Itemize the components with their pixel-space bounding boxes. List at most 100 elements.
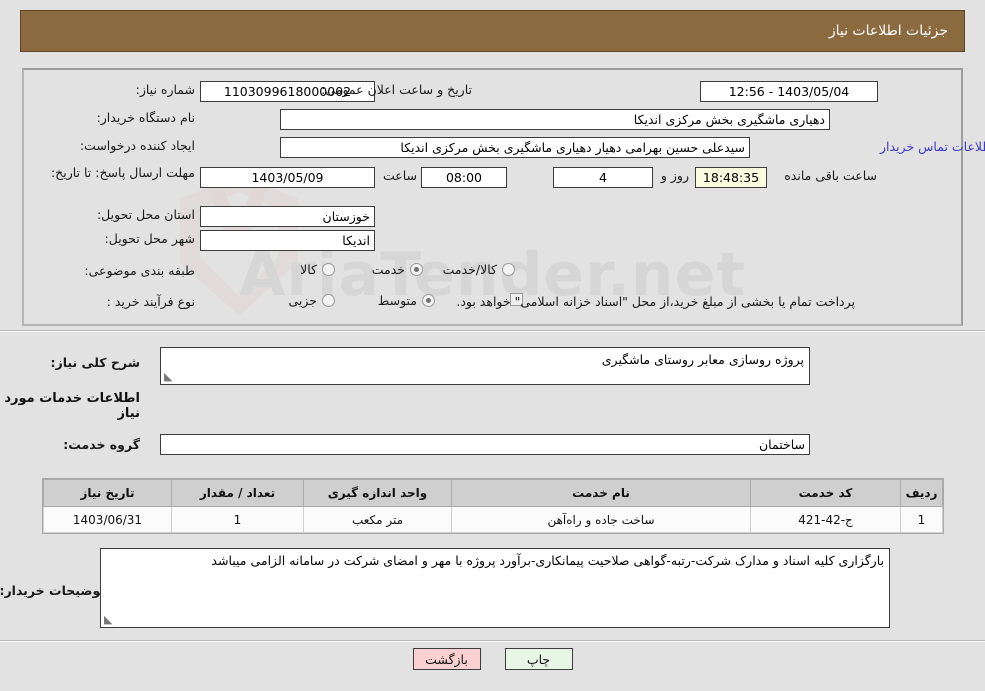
footer-actions: چاپ بازگشت [0,648,985,670]
description-value: پروژه روسازی معابر روستای ماشگیری [601,352,804,367]
services-section-title: اطلاعات خدمات مورد نیاز [4,391,140,421]
city-value[interactable]: اندیکا [200,230,375,251]
col-code: کد خدمت [750,479,901,507]
category-label-wrap: طبقه بندی موضوعی: [84,263,195,278]
cell-index: 1 [900,506,943,533]
cell-needdate: 1403/06/31 [43,506,172,533]
category-option-1-label: خدمت [371,262,405,277]
buyer-notes-textarea[interactable]: بارگزاری کلیه اسناد و مدارک شرکت-رتبه-گو… [100,548,890,628]
days-word-label: روز و [660,168,689,183]
page-title-bar: جزئیات اطلاعات نیاز [20,10,965,52]
buyer-org-label: نام دستگاه خریدار: [96,110,195,125]
cell-code: ج-42-421 [750,506,901,533]
page-root: V AriaTender.net جزئیات اطلاعات نیاز شما… [0,0,985,691]
announce-label-wrap: تاریخ و ساعت اعلان عمومی: [321,82,472,97]
buyer-org-field-wrap: دهیاری ماشگیری بخش مرکزی اندیکا [280,109,830,130]
radio-icon-kala-khedmat[interactable] [502,263,515,276]
divider-footer [0,640,985,642]
divider-top [0,330,985,332]
province-label-wrap: استان محل تحویل: [97,207,195,222]
cell-qty: 1 [171,506,304,533]
service-group-label: گروه خدمت: [63,437,140,452]
announce-value[interactable]: 1403/05/04 - 12:56 [700,81,878,102]
payment-note-wrap: پرداخت تمام یا بخشی از مبلغ خرید،از محل … [456,294,855,309]
process-label-wrap: نوع فرآیند خرید : [107,294,195,309]
buyer-org-value[interactable]: دهیاری ماشگیری بخش مرکزی اندیکا [280,109,830,130]
city-label-wrap: شهر محل تحویل: [105,231,195,246]
creator-label-wrap: ایجاد کننده درخواست: [80,138,195,153]
process-option-1[interactable]: متوسط [376,293,435,308]
contact-link-wrap: اطلاعات تماس خریدار [880,139,985,154]
announce-label: تاریخ و ساعت اعلان عمومی: [321,82,472,97]
radio-icon-kala[interactable] [322,263,335,276]
creator-label: ایجاد کننده درخواست: [79,138,195,153]
col-index: ردیف [900,479,943,507]
buyer-contact-link[interactable]: اطلاعات تماس خریدار [880,139,985,154]
creator-field-wrap: سیدعلی حسین بهرامی دهیار دهیاری ماشگیری … [280,137,750,158]
category-option-2[interactable]: کالا/خدمت [441,262,515,277]
services-table: ردیف کد خدمت نام خدمت واحد اندازه گیری ت… [43,479,943,533]
col-name: نام خدمت [451,479,751,507]
province-field-wrap: خوزستان [200,206,375,227]
page-title: جزئیات اطلاعات نیاز [828,23,948,39]
creator-value[interactable]: سیدعلی حسین بهرامی دهیار دهیاری ماشگیری … [280,137,750,158]
need-info-panel [22,68,963,326]
print-button[interactable]: چاپ [504,648,573,670]
resize-handle-icon[interactable]: ◢ [164,370,174,383]
notes-value: بارگزاری کلیه اسناد و مدارک شرکت-رتبه-گو… [211,553,884,568]
notes-label-wrap: توضیحات خریدار: [0,583,105,598]
radio-icon-khedmat[interactable] [410,263,423,276]
radio-icon-motavaset[interactable] [422,294,435,307]
process-option-0[interactable]: جزیی [286,293,335,308]
service-group-field-wrap: ساختمان [160,434,810,455]
notes-resize-handle-icon[interactable]: ◢ [104,613,114,626]
deadline-time-value[interactable]: 08:00 [421,167,507,188]
deadline-label: مهلت ارسال پاسخ: تا تاریخ: [50,165,195,180]
province-label: استان محل تحویل: [96,207,195,222]
need-number-row: شماره نیاز: [136,82,195,97]
time-left-value: 18:48:35 [695,167,767,188]
category-option-1[interactable]: خدمت [370,262,423,277]
city-field-wrap: اندیکا [200,230,375,251]
category-option-0-label: کالا [300,262,317,277]
announce-value-wrap: 1403/05/04 - 12:56 [700,81,878,102]
time-left-suffix-wrap: ساعت باقی مانده [784,168,877,183]
deadline-time-label: ساعت [382,168,417,183]
notes-label: توضیحات خریدار: [0,583,105,598]
table-header-row: ردیف کد خدمت نام خدمت واحد اندازه گیری ت… [43,479,943,507]
buyer-org-label-wrap: نام دستگاه خریدار: [97,110,195,125]
radio-icon-jozee[interactable] [322,294,335,307]
days-left-wrap: 4 [553,167,653,188]
need-number-label: شماره نیاز: [135,82,195,97]
process-option-0-label: جزیی [288,293,317,308]
days-word-wrap: روز و [661,168,689,183]
col-qty: تعداد / مقدار [171,479,304,507]
payment-note-text: پرداخت تمام یا بخشی از مبلغ خرید،از محل … [456,294,855,309]
service-group-value[interactable]: ساختمان [160,434,810,455]
deadline-date-value[interactable]: 1403/05/09 [200,167,375,188]
category-option-0[interactable]: کالا [298,262,335,277]
deadline-date-wrap: 1403/05/09 [200,167,375,188]
deadline-time-label-wrap: ساعت [383,168,417,183]
services-table-wrap: ردیف کد خدمت نام خدمت واحد اندازه گیری ت… [42,478,944,534]
description-label: شرح کلی نیاز: [50,355,140,370]
description-label-wrap: شرح کلی نیاز: [51,355,140,370]
category-label: طبقه بندی موضوعی: [84,263,195,278]
process-option-1-label: متوسط [377,293,417,308]
days-left-value[interactable]: 4 [553,167,653,188]
table-row[interactable]: 1 ج-42-421 ساخت جاده و راه‌آهن متر مکعب … [43,506,943,533]
cell-unit: متر مکعب [303,506,452,533]
process-label: نوع فرآیند خرید : [106,294,195,309]
description-textarea[interactable]: پروژه روسازی معابر روستای ماشگیری ◢ [160,347,810,385]
col-needdate: تاریخ نیاز [43,479,172,507]
time-left-suffix-label: ساعت باقی مانده [784,168,877,183]
province-value[interactable]: خوزستان [200,206,375,227]
time-left-wrap: 18:48:35 [695,167,767,188]
back-button[interactable]: بازگشت [412,648,481,670]
service-group-label-wrap: گروه خدمت: [63,437,140,452]
city-label: شهر محل تحویل: [104,231,195,246]
deadline-label-wrap: مهلت ارسال پاسخ: تا تاریخ: [45,165,195,180]
deadline-time-wrap: 08:00 [421,167,507,188]
cell-name: ساخت جاده و راه‌آهن [451,506,751,533]
col-unit: واحد اندازه گیری [303,479,452,507]
